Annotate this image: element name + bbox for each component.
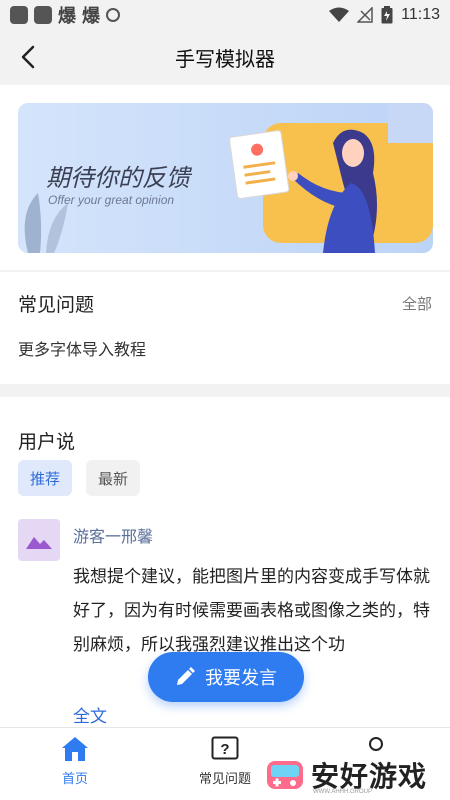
faq-title: 常见问题 [18,294,95,316]
notification-glyph: 爆 [58,6,76,27]
faq-all-link[interactable]: 全部 [402,293,432,314]
faq-item[interactable]: 更多字体导入教程 [18,336,146,360]
status-left-icons: 爆 爆 [10,2,120,28]
page-title: 手写模拟器 [175,47,275,71]
tab-latest[interactable]: 最新 [86,460,141,496]
status-bar: 爆 爆 11:13 [0,0,450,30]
post-comment-button[interactable]: 我要发言 [148,652,304,702]
shield-icon [106,8,120,22]
app-square-icon [34,6,52,24]
wifi-icon [329,7,350,22]
nav-home-label: 首页 [61,772,88,787]
banner-subtitle: Offer your great opinion [48,193,175,207]
nav-home[interactable]: 首页 [30,736,120,787]
nav-faq[interactable]: ? 常见问题 [180,736,270,787]
app-square-icon [10,6,28,24]
title-bar: 手写模拟器 [0,30,450,85]
banner-title: 期待你的反馈 [46,164,190,192]
feedback-banner[interactable]: 期待你的反馈 Offer your great opinion [18,103,433,253]
users-say-title: 用户说 [18,431,76,453]
pencil-icon [177,667,195,685]
full-text-link[interactable]: 全文 [73,702,107,727]
nav-faq-label: 常见问题 [198,772,251,787]
gamepad-icon [267,760,303,789]
notification-glyph: 爆 [82,6,100,27]
back-arrow-icon [21,45,35,69]
post-content: 我想提个建议，能把图片里的内容变成手写体就好了，因为有时候需要画表格或图像之类的… [73,567,430,655]
status-time: 11:13 [401,6,440,23]
no-signal-icon [357,7,373,23]
battery-icon [381,6,393,24]
status-right-icons: 11:13 [329,6,440,24]
watermark-logo: 安好游戏 WWW.AHHH.GROUP [265,752,450,797]
post-comment-label: 我要发言 [205,668,277,689]
feedback-illustration [229,103,433,253]
tab-recommended[interactable]: 推荐 [18,460,73,496]
faq-section: 常见问题 全部 更多字体导入教程 [0,272,450,384]
image-placeholder-icon [26,537,52,549]
svg-text:?: ? [220,741,229,758]
banner-section: 期待你的反馈 Offer your great opinion [0,85,450,270]
post-username[interactable]: 游客一邢馨 [73,523,153,547]
avatar[interactable] [18,519,60,561]
back-button[interactable] [14,43,42,71]
watermark-url: WWW.AHHH.GROUP [313,789,372,795]
question-icon: ? [211,736,239,760]
home-icon [62,737,88,761]
